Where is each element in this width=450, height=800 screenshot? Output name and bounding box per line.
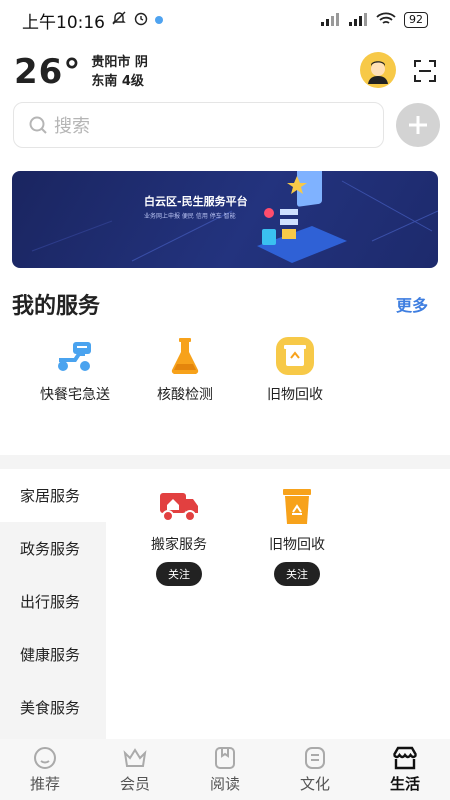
service-label: 旧物回收 xyxy=(269,537,325,553)
category-service-recycle[interactable]: 旧物回收 关注 xyxy=(238,486,356,586)
recycle-bin-icon xyxy=(277,486,317,526)
status-time: 上午10:16 xyxy=(22,12,105,33)
service-label: 旧物回收 xyxy=(267,387,323,403)
signal-icon-2 xyxy=(348,12,368,29)
nav-label: 阅读 xyxy=(209,775,240,793)
service-food-delivery[interactable]: 快餐宅急送 xyxy=(20,336,130,404)
scooter-icon xyxy=(55,336,95,376)
category-service-moving[interactable]: 搬家服务 关注 xyxy=(120,486,238,586)
service-nucleic-test[interactable]: 核酸检测 xyxy=(130,336,240,404)
nav-label: 推荐 xyxy=(29,775,60,793)
search-placeholder: 搜索 xyxy=(54,116,90,137)
nav-member[interactable]: 会员 xyxy=(90,739,180,800)
status-bar: 上午10:16 92 xyxy=(0,0,450,40)
culture-icon xyxy=(305,747,325,769)
weather-widget[interactable]: 26° 贵阳市 阴 东南 4级 xyxy=(14,52,148,92)
category-sidebar: 家居服务 政务服务 出行服务 健康服务 美食服务 xyxy=(0,469,106,739)
recycle-icon xyxy=(275,336,315,376)
book-icon xyxy=(215,747,235,769)
follow-button[interactable]: 关注 xyxy=(156,562,202,586)
my-services-title: 我的服务 xyxy=(12,294,101,319)
category-health[interactable]: 健康服务 xyxy=(0,628,106,681)
banner-subtitle: 业务网上申报 便民 信用 停车 智能 xyxy=(144,213,236,220)
temperature: 26° xyxy=(14,52,82,92)
section-divider xyxy=(0,455,450,469)
wifi-icon xyxy=(376,12,396,29)
category-services-grid: 搬家服务 关注 旧物回收 关注 xyxy=(120,486,356,586)
service-label: 核酸检测 xyxy=(157,387,213,403)
nav-read[interactable]: 阅读 xyxy=(180,739,270,800)
bottom-nav: 推荐 会员 阅读 文化 生活 xyxy=(0,739,450,800)
search-input[interactable]: 搜索 xyxy=(13,102,384,148)
plus-icon xyxy=(409,116,427,134)
nav-label: 生活 xyxy=(389,775,420,793)
add-button[interactable] xyxy=(396,103,440,147)
promo-banner[interactable]: 白云区-民生服务平台 业务网上申报 便民 信用 停车 智能 xyxy=(12,171,438,268)
signal-icon xyxy=(320,12,340,29)
notification-dot-icon xyxy=(155,16,163,24)
flask-icon xyxy=(165,336,205,376)
crown-icon xyxy=(123,748,147,767)
recommend-icon xyxy=(34,747,56,769)
nav-recommend[interactable]: 推荐 xyxy=(0,739,90,800)
banner-title: 白云区-民生服务平台 xyxy=(144,195,248,208)
search-icon xyxy=(29,116,47,134)
life-icon xyxy=(392,746,418,770)
category-government[interactable]: 政务服务 xyxy=(0,522,106,575)
nav-label: 会员 xyxy=(119,775,150,793)
category-home[interactable]: 家居服务 xyxy=(0,469,106,522)
category-travel[interactable]: 出行服务 xyxy=(0,575,106,628)
follow-button[interactable]: 关注 xyxy=(274,562,320,586)
nav-life[interactable]: 生活 xyxy=(360,739,450,800)
avatar[interactable] xyxy=(360,52,396,88)
more-link[interactable]: 更多 xyxy=(396,292,428,316)
service-label: 搬家服务 xyxy=(151,537,207,553)
service-recycle[interactable]: 旧物回收 xyxy=(240,336,350,404)
nav-culture[interactable]: 文化 xyxy=(270,739,360,800)
nav-label: 文化 xyxy=(299,775,330,793)
battery-indicator: 92 xyxy=(404,12,428,28)
service-label: 快餐宅急送 xyxy=(40,387,110,403)
mute-icon xyxy=(111,10,127,31)
my-services-list: 快餐宅急送 核酸检测 旧物回收 xyxy=(20,336,350,404)
alarm-icon xyxy=(133,10,149,31)
wind-info: 东南 4级 xyxy=(91,74,144,89)
city-condition: 贵阳市 阴 xyxy=(91,55,148,70)
scan-icon[interactable] xyxy=(414,60,436,82)
moving-truck-icon xyxy=(159,486,199,526)
category-food[interactable]: 美食服务 xyxy=(0,681,106,734)
